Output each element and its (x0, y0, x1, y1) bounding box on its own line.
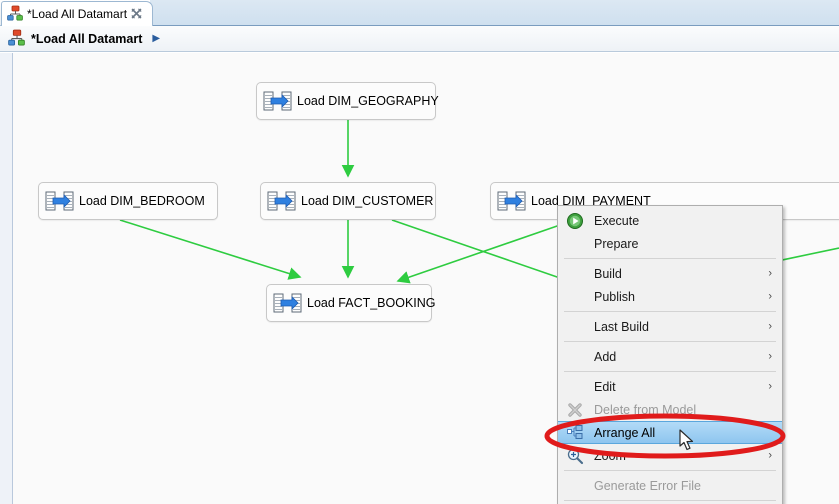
submenu-chevron-icon: › (768, 290, 772, 302)
diagram-canvas[interactable]: Load DIM_GEOGRAPHY Load DIM_BEDROOM Load (0, 53, 839, 504)
menu-item-arrange-all[interactable]: Arrange All (558, 421, 782, 444)
tab-load-all-datamart[interactable]: *Load All Datamart (1, 1, 153, 26)
menu-item-label: Build (594, 266, 622, 281)
menu-item-label: Generate Error File (594, 478, 701, 493)
menu-item-add[interactable]: Add › (558, 345, 782, 368)
close-icon[interactable] (130, 7, 143, 20)
menu-item-edit[interactable]: Edit › (558, 375, 782, 398)
tab-label: *Load All Datamart (27, 7, 128, 21)
menu-separator (564, 258, 776, 259)
load-data-transfer-icon (497, 189, 527, 213)
menu-item-generate-error-file: Generate Error File (558, 474, 782, 497)
submenu-chevron-icon: › (768, 320, 772, 332)
menu-separator (564, 341, 776, 342)
zoom-magnifier-icon (566, 447, 584, 465)
menu-item-label: Execute (594, 213, 640, 228)
menu-item-label: Zoom (594, 448, 626, 463)
menu-item-publish[interactable]: Publish › (558, 285, 782, 308)
breadcrumb-label[interactable]: *Load All Datamart (31, 32, 142, 46)
flow-diagram-icon (7, 5, 23, 24)
node-label: Load FACT_BOOKING (307, 296, 436, 310)
menu-item-label: Last Build (594, 319, 649, 334)
delete-x-icon (566, 401, 584, 419)
menu-item-label: Edit (594, 379, 616, 394)
tab-strip-background (150, 0, 839, 26)
node-label: Load DIM_GEOGRAPHY (297, 94, 439, 108)
menu-item-label: Delete from Model (594, 402, 697, 417)
menu-item-label: Add (594, 349, 617, 364)
load-data-transfer-icon (45, 189, 75, 213)
mouse-cursor (679, 429, 694, 451)
editor-tab-strip: *Load All Datamart (0, 0, 839, 26)
edge-customer-right (391, 219, 561, 279)
execute-play-icon (566, 212, 584, 230)
menu-item-build[interactable]: Build › (558, 262, 782, 285)
node-label: Load DIM_CUSTOMER (301, 194, 434, 208)
arrange-all-icon (566, 424, 584, 442)
submenu-chevron-icon: › (768, 449, 772, 461)
node-label: Load DIM_BEDROOM (79, 194, 205, 208)
menu-item-zoom[interactable]: Zoom › (558, 444, 782, 467)
chevron-right-icon[interactable]: ▶ (152, 33, 160, 44)
node-load-dim-geography[interactable]: Load DIM_GEOGRAPHY (256, 82, 439, 120)
menu-item-label: Prepare (594, 236, 639, 251)
menu-item-delete-from-model: Delete from Model (558, 398, 782, 421)
menu-separator (564, 311, 776, 312)
menu-item-last-build[interactable]: Last Build › (558, 315, 782, 338)
menu-item-execute[interactable]: Execute (558, 209, 782, 232)
menu-item-label: Publish (594, 289, 635, 304)
submenu-chevron-icon: › (768, 380, 772, 392)
menu-item-prepare[interactable]: Prepare (558, 232, 782, 255)
menu-item-label: Arrange All (594, 425, 656, 440)
menu-separator (564, 371, 776, 372)
flow-diagram-icon (8, 29, 25, 49)
edge-bedroom-fact (119, 219, 302, 280)
node-load-dim-bedroom[interactable]: Load DIM_BEDROOM (38, 182, 218, 220)
node-load-dim-customer[interactable]: Load DIM_CUSTOMER (260, 182, 436, 220)
load-data-transfer-icon (273, 291, 303, 315)
submenu-chevron-icon: › (768, 267, 772, 279)
load-data-transfer-icon (263, 89, 293, 113)
submenu-chevron-icon: › (768, 350, 772, 362)
edge-payment-fact (396, 224, 561, 284)
load-data-transfer-icon (267, 189, 297, 213)
menu-separator (564, 500, 776, 501)
node-load-fact-booking[interactable]: Load FACT_BOOKING (266, 284, 436, 322)
menu-separator (564, 470, 776, 471)
breadcrumb: *Load All Datamart ▶ (0, 26, 839, 52)
context-menu[interactable]: Execute Prepare Build › Publish › Last B… (557, 205, 783, 504)
